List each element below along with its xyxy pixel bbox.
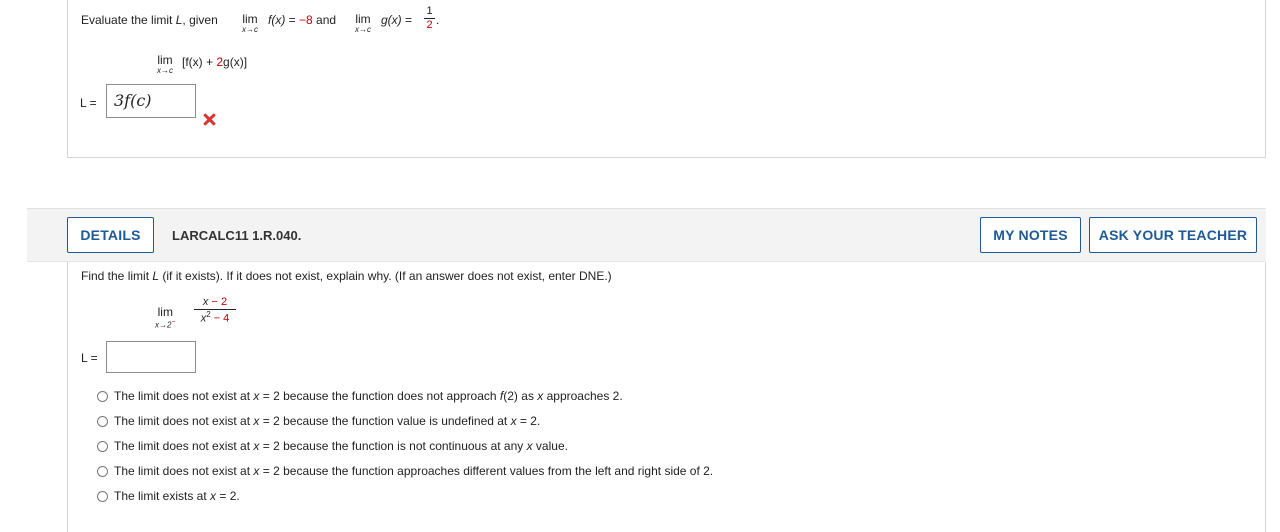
expr-part: g(x)]	[223, 55, 248, 69]
option-text: The limit exists at	[114, 489, 211, 503]
option-row[interactable]: The limit does not exist at x = 2 becaus…	[97, 388, 623, 404]
radio-button[interactable]	[97, 465, 108, 477]
option-label[interactable]: The limit does not exist at x = 2 becaus…	[114, 414, 540, 428]
q5-g-fraction: 1 2	[424, 6, 435, 31]
lim-subscript: x→c	[355, 25, 371, 34]
q6-prompt-text: (if it exists). If it does not exist, ex…	[159, 269, 612, 283]
q5-expr-lim: lim x→c	[157, 54, 173, 75]
q6-L-label: L =	[81, 351, 98, 365]
option-text: = 2.	[216, 489, 240, 503]
option-label[interactable]: The limit exists at x = 2.	[114, 489, 240, 503]
q6-prompt-text: Find the limit	[81, 269, 153, 283]
f-limit-value: −8	[299, 13, 313, 27]
radio-button[interactable]	[97, 440, 108, 452]
q5-L-label: L =	[80, 96, 97, 110]
option-text: = 2 because the function value is undefi…	[259, 414, 511, 428]
option-row[interactable]: The limit does not exist at x = 2 becaus…	[97, 438, 568, 454]
one-sided-sign: −	[171, 319, 176, 326]
option-row[interactable]: The limit does not exist at x = 2 becaus…	[97, 463, 713, 479]
expr-part: [f(x) +	[182, 55, 217, 69]
option-row[interactable]: The limit does not exist at x = 2 becaus…	[97, 413, 540, 429]
q5-expression: [f(x) + 2g(x)]	[182, 55, 247, 69]
problem-id: LARCALC11 1.R.040.	[172, 228, 302, 243]
q6-answer-input[interactable]	[106, 341, 196, 373]
lim-word: lim	[242, 12, 258, 26]
option-label[interactable]: The limit does not exist at x = 2 becaus…	[114, 389, 623, 403]
q5-answer-input[interactable]: 3f(c)	[106, 84, 196, 118]
option-text: = 2.	[516, 414, 541, 428]
q5-answer-value: 3f(c)	[114, 91, 152, 110]
fraction-denominator: 2	[426, 19, 433, 31]
option-text: The limit does not exist at	[114, 414, 254, 428]
q5-g-condition: g(x) =	[381, 13, 412, 27]
equals: =	[401, 13, 413, 27]
incorrect-x-icon	[203, 113, 216, 126]
option-text: The limit does not exist at	[114, 464, 254, 478]
option-row[interactable]: The limit exists at x = 2.	[97, 488, 240, 504]
fraction-numerator: x − 2	[194, 297, 236, 308]
radio-button[interactable]	[97, 390, 108, 402]
option-text: = 2 because the function is not continuo…	[259, 439, 527, 453]
option-text: = 2 because the function does not approa…	[259, 389, 500, 403]
q5-f-condition: f(x) = −8 and	[268, 13, 336, 27]
lim-word: lim	[355, 12, 371, 26]
lim-word: lim	[157, 305, 173, 319]
q6-lim: lim x→2−	[155, 306, 176, 330]
equals: =	[285, 13, 300, 27]
option-text: (2) as	[503, 389, 538, 403]
and-text: and	[312, 13, 337, 27]
my-notes-button[interactable]: MY NOTES	[980, 217, 1081, 253]
period: .	[436, 13, 440, 27]
lim-subscript: x→2	[155, 320, 172, 330]
fraction-numerator: 1	[426, 5, 433, 17]
q5-lim-f: lim x→c	[242, 13, 258, 34]
q5-prompt: Evaluate the limit L, given	[81, 13, 218, 27]
fraction-denominator: x2 − 4	[194, 311, 236, 325]
q6-prompt: Find the limit L (if it exists). If it d…	[81, 269, 612, 283]
g-of-x: g(x)	[381, 13, 402, 27]
q6-fraction: x − 2 x2 − 4	[194, 297, 236, 325]
radio-button[interactable]	[97, 490, 108, 502]
option-text: approaches 2.	[543, 389, 623, 403]
option-text: value.	[532, 439, 568, 453]
option-text: The limit does not exist at	[114, 439, 254, 453]
option-text: The limit does not exist at	[114, 389, 254, 403]
lim-subscript: x→c	[157, 66, 173, 75]
q5-prompt-text: Evaluate the limit	[81, 13, 176, 27]
option-label[interactable]: The limit does not exist at x = 2 becaus…	[114, 439, 568, 453]
denominator-rest: − 4	[210, 312, 230, 325]
numerator-rest: − 2	[208, 296, 228, 308]
option-label[interactable]: The limit does not exist at x = 2 becaus…	[114, 464, 713, 478]
ask-your-teacher-button[interactable]: ASK YOUR TEACHER	[1089, 217, 1257, 253]
fraction-bar	[194, 309, 236, 310]
lim-word: lim	[157, 53, 173, 67]
radio-button[interactable]	[97, 415, 108, 427]
q5-prompt-given: , given	[182, 13, 218, 27]
details-button[interactable]: DETAILS	[67, 217, 154, 253]
q5-lim-g: lim x→c	[355, 13, 371, 34]
option-text: = 2 because the function approaches diff…	[259, 464, 714, 478]
f-of-x: f(x)	[268, 13, 286, 27]
lim-subscript: x→c	[242, 25, 258, 34]
